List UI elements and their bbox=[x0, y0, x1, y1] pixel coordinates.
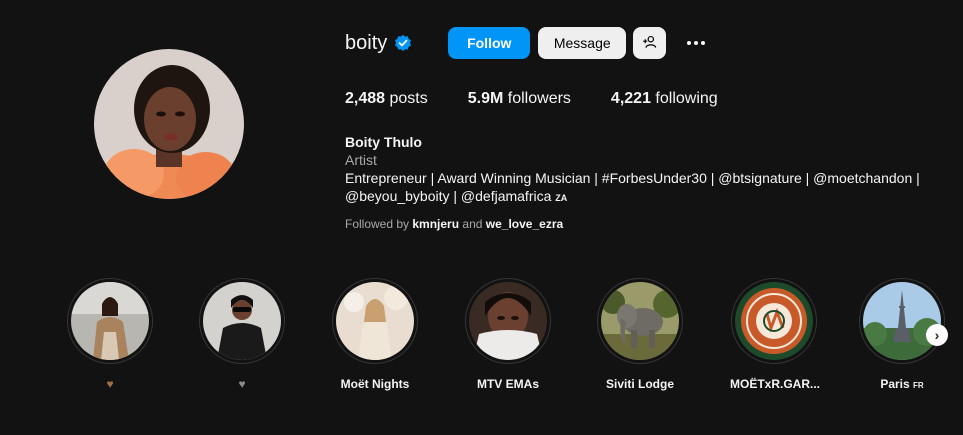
highlight-ring bbox=[332, 278, 418, 364]
highlight-cover bbox=[601, 282, 679, 360]
country-code: ZA bbox=[555, 193, 568, 203]
message-button[interactable]: Message bbox=[538, 27, 627, 59]
country-code: FR bbox=[913, 381, 924, 390]
following-count: 4,221 bbox=[610, 90, 651, 107]
highlight-item[interactable]: MTV EMAs bbox=[464, 278, 552, 392]
highlight-cover bbox=[71, 282, 149, 360]
profile-bio: Boity Thulo Artist Entrepreneur | Award … bbox=[345, 133, 945, 207]
followed-by-and: and bbox=[462, 217, 483, 231]
followed-by-user-2: we_love_ezra bbox=[485, 217, 564, 231]
add-user-button[interactable] bbox=[633, 27, 667, 59]
highlight-label: Paris FR bbox=[858, 376, 946, 392]
highlight-ring bbox=[731, 278, 817, 364]
following-label: following bbox=[655, 90, 718, 107]
highlight-label: ♥ bbox=[106, 377, 114, 391]
highlight-label: MOËTxR.GAR... bbox=[730, 377, 821, 391]
posts-label: posts bbox=[389, 90, 428, 107]
profile-header-row: boity Follow Message bbox=[345, 27, 708, 59]
add-user-icon bbox=[642, 34, 658, 53]
verified-badge-icon bbox=[394, 34, 412, 52]
profile-stats: 2,488 posts 5.9M followers 4,221 followi… bbox=[345, 90, 758, 108]
highlight-label: Moët Nights bbox=[340, 377, 410, 391]
highlight-cover bbox=[863, 282, 941, 360]
highlight-item[interactable]: Moët Nights bbox=[331, 278, 419, 392]
chevron-right-icon[interactable]: › bbox=[926, 324, 948, 346]
posts-stat: 2,488 posts bbox=[345, 90, 428, 108]
follow-button[interactable]: Follow bbox=[448, 27, 531, 59]
highlight-cover bbox=[203, 282, 281, 360]
followers-count: 5.9M bbox=[467, 90, 504, 107]
highlight-item[interactable]: Siviti Lodge bbox=[596, 278, 684, 392]
profile-avatar[interactable] bbox=[94, 49, 244, 199]
username: boity bbox=[345, 31, 388, 54]
highlight-item[interactable]: ♥ bbox=[198, 278, 286, 392]
highlight-label: ♥ bbox=[238, 377, 246, 391]
followed-by-user-1: kmnjeru bbox=[412, 217, 460, 231]
highlight-label-text: Paris bbox=[880, 377, 910, 391]
profile-category: Artist bbox=[345, 152, 377, 168]
following-stat[interactable]: 4,221 following bbox=[611, 90, 718, 108]
more-options-icon[interactable] bbox=[684, 31, 708, 55]
posts-count: 2,488 bbox=[345, 90, 386, 107]
followers-stat[interactable]: 5.9M followers bbox=[468, 90, 571, 108]
highlight-cover bbox=[735, 282, 813, 360]
highlight-ring bbox=[465, 278, 551, 364]
full-name: Boity Thulo bbox=[345, 134, 422, 150]
bio-line-1: Entrepreneur | Award Winning Musician | … bbox=[345, 170, 920, 186]
highlight-item[interactable]: ♥ bbox=[66, 278, 154, 392]
bio-line-2-text: @beyou_byboity | @defjamafrica bbox=[345, 188, 552, 204]
highlight-ring bbox=[859, 278, 945, 364]
highlight-cover bbox=[336, 282, 414, 360]
highlight-ring bbox=[67, 278, 153, 364]
highlight-ring bbox=[597, 278, 683, 364]
highlight-label: Siviti Lodge bbox=[605, 377, 674, 391]
followed-by-prefix: Followed by bbox=[345, 217, 410, 231]
highlight-cover bbox=[469, 282, 547, 360]
highlight-label: MTV EMAs bbox=[476, 377, 539, 391]
highlight-item[interactable]: MOËTxR.GAR... bbox=[730, 278, 821, 392]
bio-line-2: @beyou_byboity | @defjamafrica ZA bbox=[345, 187, 945, 207]
followers-label: followers bbox=[507, 90, 571, 107]
story-highlights: ♥ ♥ Moët Nights MTV EMAs Siviti Lodge MO… bbox=[66, 278, 946, 398]
highlight-ring bbox=[199, 278, 285, 364]
followed-by[interactable]: Followed by kmnjeru and we_love_ezra bbox=[345, 217, 563, 231]
